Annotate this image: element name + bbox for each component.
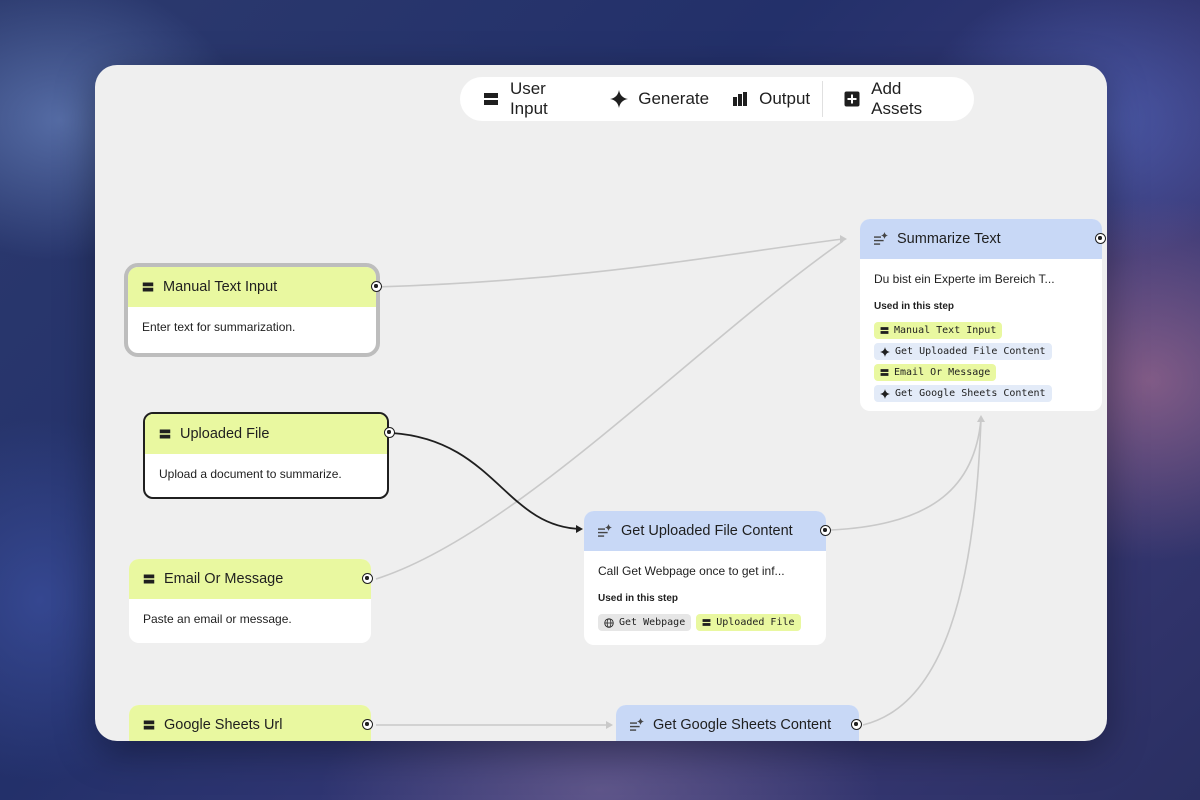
edge-getcontent-to-summarize	[830, 418, 982, 531]
output-button[interactable]: Output	[731, 77, 810, 121]
node-email-or-message[interactable]: Email Or Message Paste an email or messa…	[129, 559, 373, 643]
used-in-step-label: Used in this step	[598, 593, 679, 604]
sparkle-icon	[880, 346, 890, 357]
node-uploaded-file[interactable]: Uploaded File Upload a document to summa…	[143, 412, 395, 499]
edge-arrow-summarize-bottom	[977, 415, 985, 422]
chip-label: Get Webpage	[619, 617, 686, 628]
output-port[interactable]	[851, 719, 862, 730]
text-sparkle-icon	[598, 524, 612, 538]
node-title: Summarize Text	[897, 231, 1001, 247]
toolbar-divider	[822, 81, 824, 117]
used-in-step-label: Used in this step	[874, 301, 955, 312]
edge-arrow-summarize-left	[840, 235, 847, 243]
output-port[interactable]	[362, 719, 373, 730]
node-description: Upload a document to summarize.	[159, 467, 342, 481]
node-body: Call Get Webpage once to get inf... Used…	[584, 551, 826, 643]
sparkle-icon	[880, 388, 890, 399]
input-icon	[482, 90, 500, 108]
used-chip-list: Manual Text Input Get Uploaded File Cont…	[874, 322, 1088, 402]
node-body: Enter text for summarization.	[128, 307, 376, 347]
output-port[interactable]	[1095, 233, 1106, 244]
output-port[interactable]	[362, 573, 373, 584]
edge-arrow-active	[576, 525, 583, 533]
node-title: Google Sheets Url	[164, 717, 283, 733]
input-icon	[880, 369, 889, 376]
flow-editor-window: User Input Generate Output Add Assets Ma…	[95, 65, 1107, 741]
edge-arrow-sheets	[606, 721, 613, 729]
chip-label: Email Or Message	[894, 367, 991, 378]
add-assets-label: Add Assets	[871, 79, 923, 118]
node-title: Get Google Sheets Content	[653, 717, 832, 733]
node-title: Email Or Message	[164, 571, 284, 587]
chip-email-or-message[interactable]: Email Or Message	[874, 364, 997, 381]
chip-get-uploaded-file-content[interactable]: Get Uploaded File Content	[874, 343, 1052, 360]
add-box-icon	[843, 90, 861, 108]
node-manual-text-input[interactable]: Manual Text Input Enter text for summari…	[124, 263, 382, 357]
output-icon	[731, 90, 749, 108]
chip-get-webpage[interactable]: Get Webpage	[598, 614, 692, 631]
node-get-uploaded-file-content[interactable]: Get Uploaded File Content Call Get Webpa…	[584, 511, 831, 645]
node-title: Manual Text Input	[163, 279, 278, 295]
text-sparkle-icon	[874, 232, 888, 246]
generate-button[interactable]: Generate	[610, 77, 709, 121]
edge-sheetscontent-to-summarize	[862, 418, 982, 726]
node-header[interactable]: Get Uploaded File Content	[584, 511, 826, 551]
edge-manual-to-summarize	[375, 238, 844, 288]
generate-label: Generate	[638, 89, 710, 108]
input-icon	[143, 573, 155, 585]
chip-uploaded-file[interactable]: Uploaded File	[696, 614, 801, 631]
chip-label: Get Uploaded File Content	[895, 346, 1046, 357]
node-body: Paste an email or message.	[129, 599, 371, 639]
node-header[interactable]: Manual Text Input	[128, 267, 376, 307]
node-header[interactable]: Get Google Sheets Content	[616, 705, 859, 741]
node-description: Du bist ein Experte im Bereich T...	[874, 272, 1055, 286]
input-icon	[159, 428, 171, 440]
chip-manual-text-input[interactable]: Manual Text Input	[874, 322, 1003, 339]
input-icon	[702, 619, 711, 626]
node-summarize-text[interactable]: Summarize Text Du bist ein Experte im Be…	[860, 219, 1106, 414]
add-assets-button[interactable]: Add Assets	[843, 77, 956, 121]
output-port[interactable]	[384, 427, 395, 438]
node-body: Du bist ein Experte im Bereich T... Used…	[860, 259, 1102, 414]
node-description: Enter text for summarization.	[142, 320, 296, 334]
output-port[interactable]	[371, 281, 382, 292]
node-description: Call Get Webpage once to get inf...	[598, 564, 785, 578]
globe-icon	[604, 617, 614, 628]
input-icon	[880, 327, 889, 334]
used-chip-list: Get Webpage Uploaded File	[598, 614, 812, 631]
node-header[interactable]: Summarize Text	[860, 219, 1102, 259]
output-port[interactable]	[820, 525, 831, 536]
text-sparkle-icon	[630, 718, 644, 732]
chip-label: Uploaded File	[716, 617, 795, 628]
chip-get-google-sheets-content[interactable]: Get Google Sheets Content	[874, 385, 1052, 402]
input-icon	[143, 719, 155, 731]
toolbar: User Input Generate Output Add Assets	[460, 77, 974, 121]
output-label: Output	[759, 89, 811, 108]
node-header[interactable]: Google Sheets Url	[129, 705, 371, 741]
node-body: Upload a document to summarize.	[145, 454, 387, 494]
node-description: Paste an email or message.	[143, 612, 292, 626]
node-title: Get Uploaded File Content	[621, 523, 793, 539]
input-icon	[142, 281, 154, 293]
node-get-google-sheets-content[interactable]: Get Google Sheets Content	[616, 705, 862, 741]
user-input-button[interactable]: User Input	[482, 77, 588, 121]
node-header[interactable]: Email Or Message	[129, 559, 371, 599]
node-title: Uploaded File	[180, 426, 270, 442]
node-header[interactable]: Uploaded File	[145, 414, 387, 454]
user-input-label: User Input	[509, 79, 548, 118]
chip-label: Get Google Sheets Content	[895, 388, 1046, 399]
sparkle-icon	[610, 90, 629, 108]
node-google-sheets-url[interactable]: Google Sheets Url	[129, 705, 373, 741]
edge-uploaded-to-getcontent	[391, 432, 582, 530]
chip-label: Manual Text Input	[894, 325, 997, 336]
